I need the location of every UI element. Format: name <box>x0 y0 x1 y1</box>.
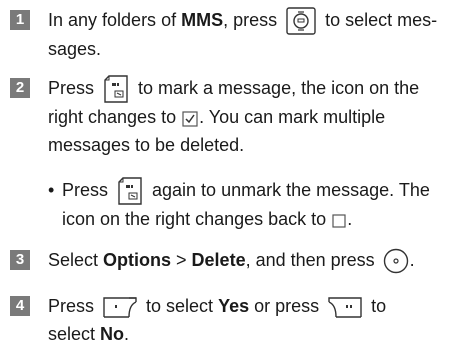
bullet-text: Press again to unmark the message. The i… <box>62 176 448 233</box>
navigation-center-key-icon <box>286 7 316 35</box>
step-1: 1 In any folders of MMS, press to select… <box>10 6 450 63</box>
checked-box-icon <box>182 110 198 127</box>
left-soft-key-icon <box>103 296 137 318</box>
mark-key-icon <box>103 75 129 103</box>
right-soft-key-icon <box>328 296 362 318</box>
mark-key-icon <box>117 177 143 205</box>
step-text: Press to mark a message, the icon on the… <box>48 74 450 159</box>
step-text: Select Options > Delete, and then press … <box>48 246 450 274</box>
unchecked-box-icon <box>332 213 346 228</box>
step-3: 3 Select Options > Delete, and then pres… <box>10 246 450 274</box>
step-number: 1 <box>10 10 30 30</box>
step-number: 3 <box>10 250 30 270</box>
bullet-note: • Press again to unmark the message. The… <box>48 176 448 233</box>
step-number: 4 <box>10 296 30 316</box>
step-number: 2 <box>10 78 30 98</box>
step-4: 4 Press to select Yes or press to select… <box>10 292 450 348</box>
bullet-mark: • <box>48 180 55 200</box>
step-text: Press to select Yes or press to select N… <box>48 296 387 344</box>
step-text: In any folders of MMS, press to select m… <box>48 6 450 63</box>
instruction-page: 1 In any folders of MMS, press to select… <box>0 0 454 355</box>
ok-key-icon <box>383 248 409 274</box>
step-2: 2 Press to mark a message, the icon on t… <box>10 74 450 159</box>
